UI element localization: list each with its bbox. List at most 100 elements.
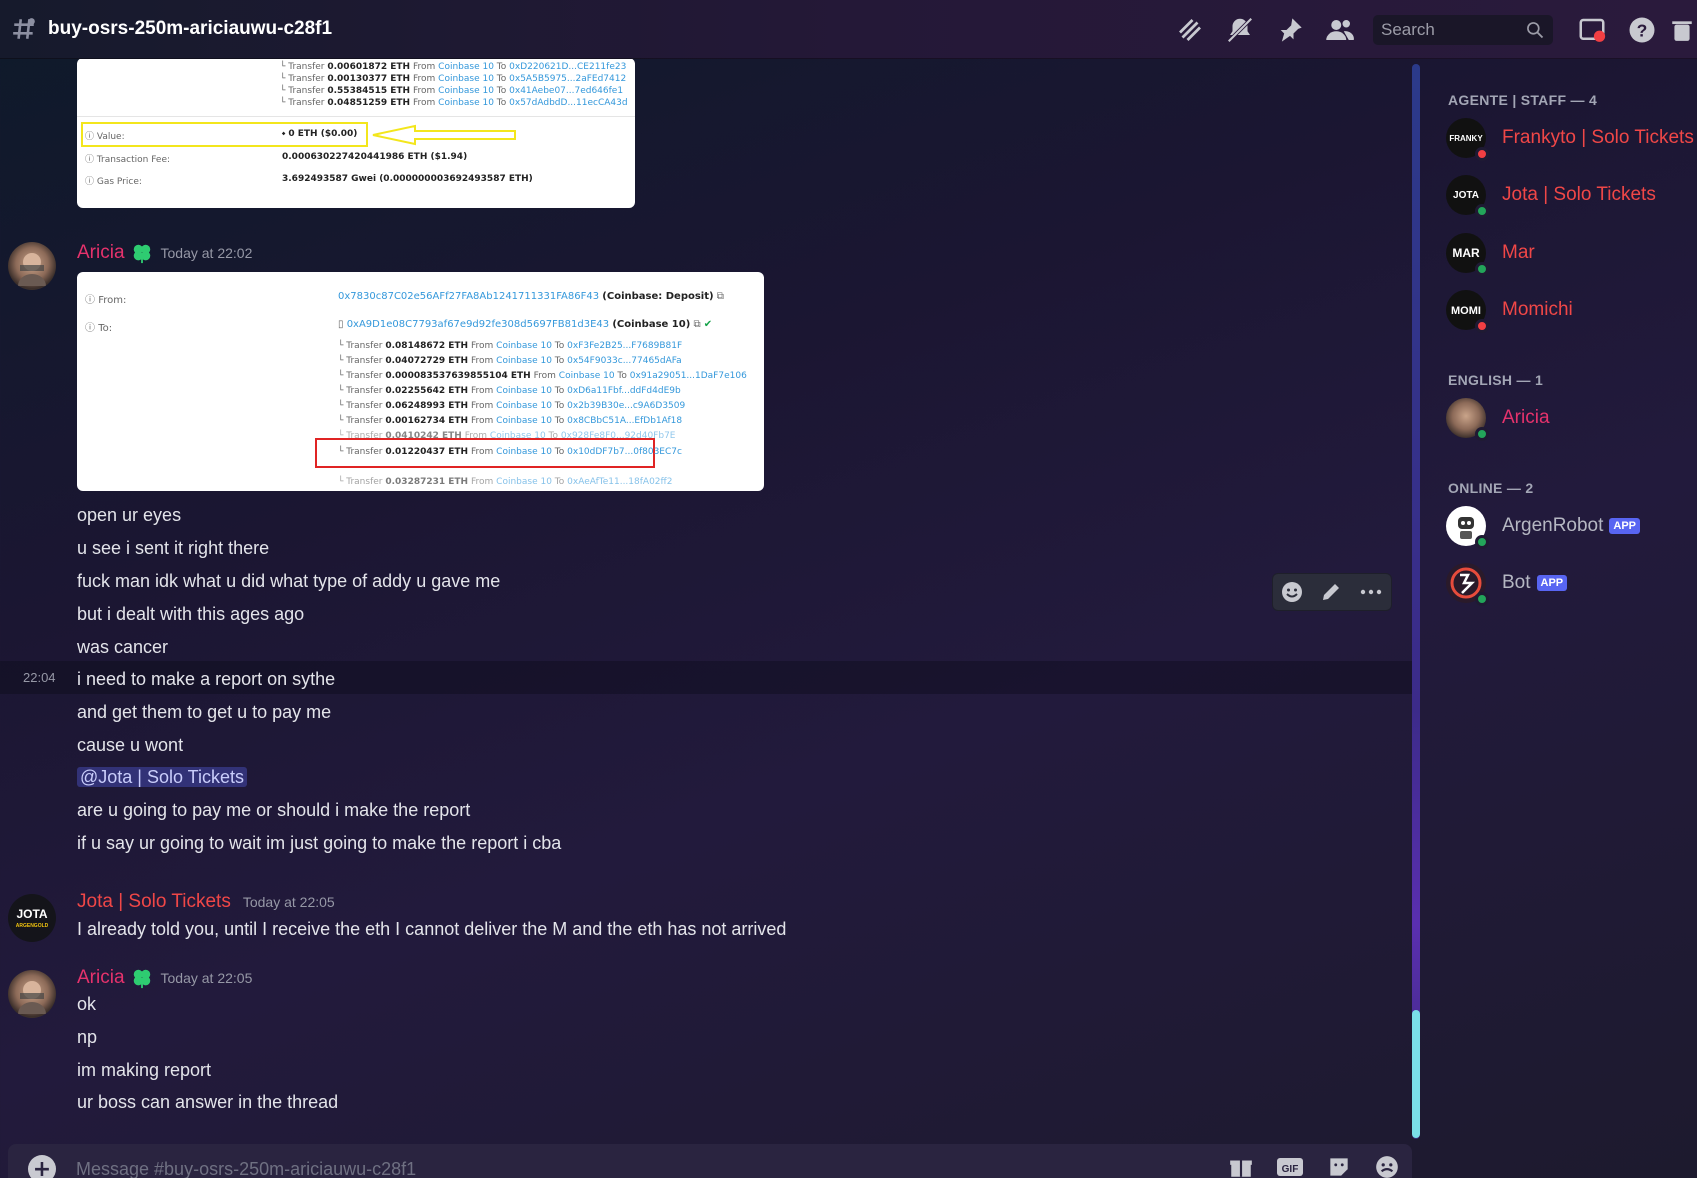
avatar: [1446, 398, 1489, 441]
avatar: [1446, 506, 1489, 549]
avatar: MOMI: [1446, 290, 1489, 333]
member-name: Momichi: [1502, 299, 1573, 320]
svg-text:MAR: MAR: [1452, 246, 1480, 260]
sticker-icon[interactable]: [1326, 1154, 1352, 1178]
username[interactable]: Jota | Solo Tickets: [77, 891, 231, 913]
search-icon: [1527, 21, 1544, 38]
channel-name: buy-osrs-250m-ariciauwu-c28f1: [48, 18, 333, 39]
status-dnd-icon: [1475, 147, 1489, 161]
message-composer[interactable]: + Message #buy-osrs-250m-ariciauwu-c28f1…: [8, 1144, 1412, 1178]
clover-role-icon: [133, 244, 150, 264]
svg-text:JOTA: JOTA: [1453, 190, 1479, 201]
avatar: [1446, 563, 1489, 606]
member-name: Frankyto | Solo Tickets: [1502, 127, 1694, 148]
scrollbar-thumb[interactable]: [1412, 1010, 1420, 1138]
upload-plus-icon[interactable]: +: [28, 1155, 56, 1178]
message-line: im making report: [77, 1060, 212, 1080]
svg-text:JOTA: JOTA: [16, 907, 47, 921]
member-item[interactable]: ArgenRobot APP: [1446, 503, 1641, 549]
edit-icon[interactable]: [1319, 580, 1343, 604]
member-name: Aricia: [1502, 407, 1550, 428]
member-name: Jota | Solo Tickets: [1502, 184, 1656, 205]
member-item[interactable]: Bot APP: [1446, 560, 1568, 606]
message-line: and get them to get u to pay me: [77, 702, 332, 722]
message-line: are u going to pay me or should i make t…: [77, 800, 471, 820]
avatar: MAR: [1446, 233, 1489, 276]
help-icon[interactable]: ?: [1617, 10, 1667, 50]
avatar[interactable]: [8, 970, 56, 1018]
pin-icon[interactable]: [1265, 10, 1315, 50]
message-line: fuck man idk what u did what type of add…: [77, 571, 501, 591]
message-header: Aricia Today at 22:02: [77, 242, 252, 264]
message-line: but i dealt with this ages ago: [77, 604, 305, 624]
message-line: ok: [77, 994, 97, 1014]
add-reaction-icon[interactable]: [1280, 580, 1304, 604]
message-line: @Jota | Solo Tickets: [77, 767, 248, 788]
member-item[interactable]: MOMI Momichi: [1446, 287, 1573, 333]
header-toolbar: Search ?: [1165, 0, 1697, 59]
hover-timestamp: 22:04: [23, 670, 56, 685]
clover-role-icon: [133, 969, 150, 989]
username[interactable]: Aricia: [77, 967, 125, 989]
more-options-icon[interactable]: [1358, 580, 1384, 604]
trash-icon[interactable]: [1667, 10, 1697, 50]
channel-header: buy-osrs-250m-ariciauwu-c28f1 Search ?: [0, 0, 1697, 59]
message-line: cause u wont: [77, 735, 184, 755]
composer-input[interactable]: Message #buy-osrs-250m-ariciauwu-c28f1: [76, 1159, 416, 1178]
mute-notifications-icon[interactable]: [1215, 10, 1265, 50]
text-channel-icon: [0, 16, 48, 42]
emoji-icon[interactable]: [1374, 1154, 1400, 1178]
message-line: if u say ur going to wait im just going …: [77, 833, 562, 853]
app-badge: APP: [1609, 518, 1641, 534]
message-line: ur boss can answer in the thread: [77, 1092, 339, 1112]
svg-text:GIF: GIF: [1282, 1164, 1299, 1175]
message-line: np: [77, 1027, 98, 1047]
search-input[interactable]: Search: [1373, 14, 1553, 45]
member-name: Bot: [1502, 572, 1531, 593]
message-header: Jota | Solo Tickets Today at 22:05: [77, 891, 335, 913]
member-item[interactable]: FRANKY Frankyto | Solo Tickets: [1446, 115, 1694, 161]
image-attachment[interactable]: └ Transfer 0.00601872 ETH From Coinbase …: [77, 59, 635, 208]
svg-text:FRANKY: FRANKY: [1449, 134, 1483, 143]
member-item[interactable]: Aricia: [1446, 395, 1550, 441]
image-attachment[interactable]: ⓘ From: 0x7830c87C02e56AFf27FA8Ab1241711…: [77, 272, 764, 491]
timestamp: Today at 22:05: [160, 970, 253, 986]
gift-icon[interactable]: [1228, 1154, 1254, 1178]
member-name: Mar: [1502, 242, 1535, 263]
message-line: open ur eyes: [77, 505, 182, 525]
message-line: was cancer: [77, 637, 169, 657]
app-badge: APP: [1536, 575, 1568, 591]
status-online-icon: [1475, 592, 1489, 606]
message-line: i need to make a report on sythe: [77, 669, 336, 689]
message-line: u see i sent it right there: [77, 538, 270, 558]
threads-icon[interactable]: [1165, 10, 1215, 50]
message-list[interactable]: └ Transfer 0.00601872 ETH From Coinbase …: [0, 59, 1412, 1139]
svg-text:ARGENGOLD: ARGENGOLD: [16, 923, 49, 929]
svg-text:MOMI: MOMI: [1451, 305, 1481, 317]
member-group-title: ENGLISH — 1: [1448, 372, 1544, 388]
message-actions-toolbar: [1272, 573, 1392, 611]
timestamp: Today at 22:02: [160, 245, 253, 261]
inbox-icon[interactable]: [1567, 10, 1617, 50]
member-item[interactable]: JOTA Jota | Solo Tickets: [1446, 172, 1656, 218]
status-dnd-icon: [1475, 319, 1489, 333]
member-list-icon[interactable]: [1315, 10, 1365, 50]
avatar[interactable]: JOTA ARGENGOLD: [8, 894, 56, 942]
status-online-icon: [1475, 262, 1489, 276]
gif-icon[interactable]: GIF: [1276, 1154, 1304, 1178]
timestamp: Today at 22:05: [242, 894, 335, 910]
message-header: Aricia Today at 22:05: [77, 967, 252, 989]
status-online-icon: [1475, 204, 1489, 218]
avatar[interactable]: [8, 242, 56, 290]
scrollbar-track[interactable]: [1412, 64, 1420, 1139]
member-group-title: ONLINE — 2: [1448, 480, 1534, 496]
avatar: FRANKY: [1446, 118, 1489, 161]
member-item[interactable]: MAR Mar: [1446, 230, 1535, 276]
user-mention[interactable]: @Jota | Solo Tickets: [77, 767, 248, 787]
username[interactable]: Aricia: [77, 242, 125, 264]
member-group-title: AGENTE | STAFF — 4: [1448, 92, 1598, 108]
status-online-icon: [1475, 535, 1489, 549]
svg-text:?: ?: [1637, 20, 1648, 40]
avatar: JOTA: [1446, 175, 1489, 218]
search-placeholder: Search: [1381, 19, 1435, 39]
